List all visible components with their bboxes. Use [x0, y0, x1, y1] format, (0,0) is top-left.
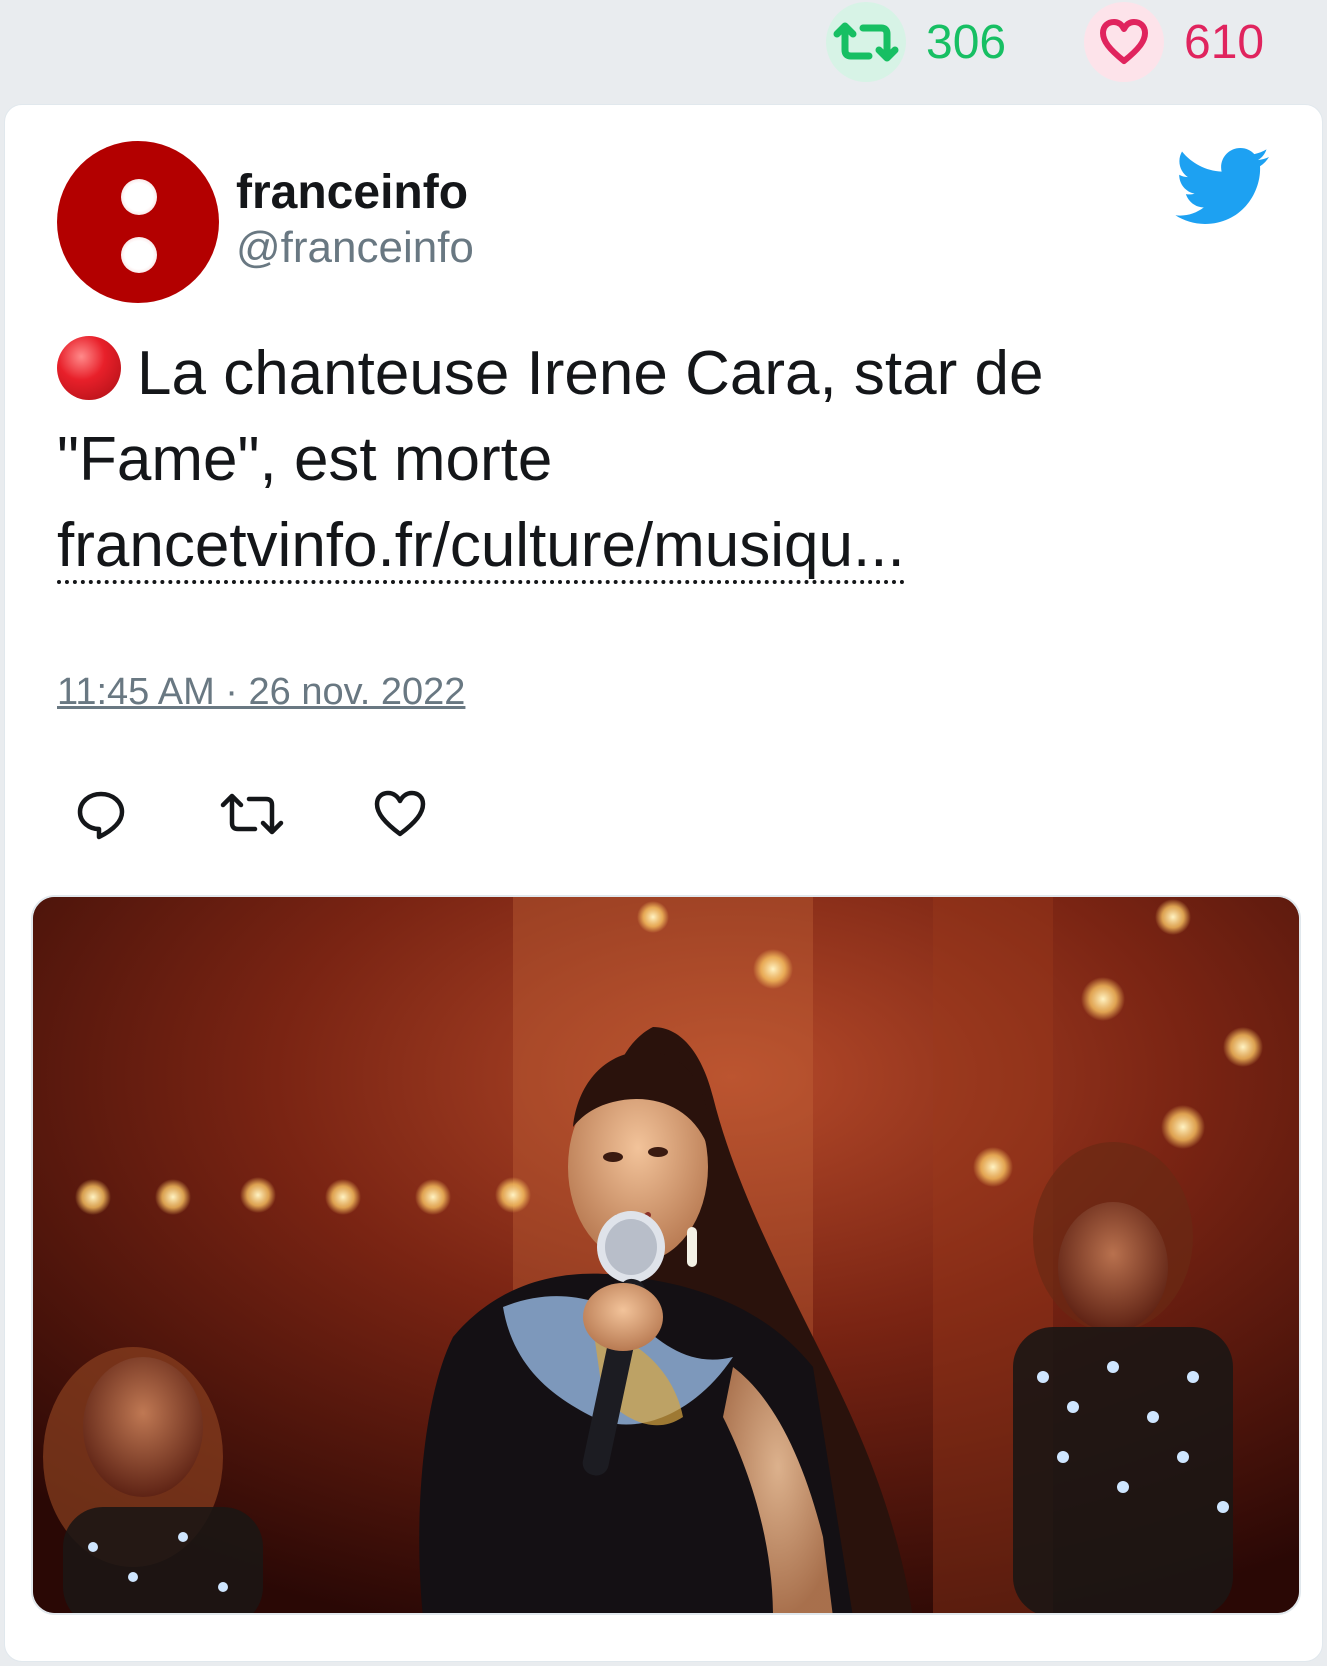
like-count: 610 — [1184, 15, 1265, 69]
retweet-stat[interactable]: 306 — [826, 0, 1006, 84]
tweet-timestamp[interactable]: 11:45 AM · 26 nov. 2022 — [57, 671, 465, 714]
tweet-card[interactable]: franceinfo @franceinfo La chanteuse Iren… — [4, 104, 1323, 1662]
tweet-body: La chanteuse Irene Cara, star de "Fame",… — [57, 339, 1044, 494]
like-action-icon[interactable] — [373, 789, 433, 849]
author-handle[interactable]: @franceinfo — [236, 223, 474, 273]
retweet-count: 306 — [926, 15, 1007, 69]
live-red-dot-icon — [57, 336, 121, 400]
twitter-bird-icon[interactable] — [1175, 147, 1271, 227]
like-stat[interactable]: 610 — [1084, 0, 1264, 84]
reply-icon[interactable] — [75, 789, 135, 849]
tweet-media-image[interactable] — [31, 895, 1301, 1615]
tweet-link[interactable]: francetvinfo.fr/culture/musiqu... — [57, 511, 905, 584]
stage-photo — [33, 897, 1299, 1613]
tweet-text: La chanteuse Irene Cara, star de "Fame",… — [57, 331, 1277, 589]
engagement-header: 306 610 — [0, 0, 1327, 100]
heart-icon[interactable] — [1084, 2, 1164, 82]
avatar-dot — [121, 179, 157, 215]
author-name[interactable]: franceinfo — [236, 165, 468, 220]
retweet-action-icon[interactable] — [219, 789, 284, 849]
avatar[interactable] — [57, 141, 219, 303]
avatar-dot — [121, 237, 157, 273]
retweet-icon[interactable] — [826, 2, 906, 82]
